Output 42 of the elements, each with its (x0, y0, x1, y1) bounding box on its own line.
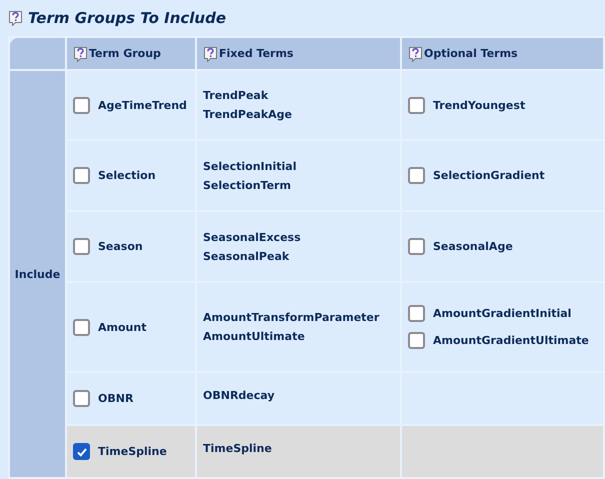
help-icon[interactable] (203, 46, 218, 62)
term-group-label[interactable]: Amount (98, 320, 146, 334)
fixed-term: TrendPeakAge (203, 108, 293, 121)
section-title: Term Groups To Include (28, 9, 226, 27)
fixed-term: SeasonalExcess (203, 230, 302, 244)
help-icon[interactable] (73, 46, 88, 62)
fixed-term: SeasonalPeak (203, 250, 290, 262)
column-header: Optional Terms (424, 47, 518, 60)
term-group-label[interactable]: OBNR (98, 392, 134, 405)
fixed-term: SelectionInitial (203, 160, 298, 172)
checkbox[interactable] (408, 167, 425, 184)
checkbox[interactable] (73, 443, 90, 460)
help-icon[interactable] (408, 46, 423, 62)
fixed-term: OBNRdecay (203, 389, 276, 402)
fixed-term: AmountTransformParameter (203, 311, 380, 324)
optional-term-label[interactable]: AmountGradientUltimate (433, 334, 589, 347)
optional-term-label[interactable]: SelectionGradient (433, 169, 545, 182)
term-group-label[interactable]: Season (98, 240, 143, 253)
checkbox[interactable] (408, 332, 425, 349)
column-header: Term Group (89, 47, 161, 60)
optional-term-label[interactable]: SeasonalAge (433, 240, 513, 253)
checkbox[interactable] (408, 305, 425, 322)
fixed-term: SelectionTerm (203, 178, 292, 192)
fixed-term: AmountUltimate (203, 330, 306, 343)
column-header: Fixed Terms (219, 47, 294, 60)
optional-term-label[interactable]: AmountGradientInitial (433, 307, 572, 320)
fixed-term: TrendPeak (203, 89, 270, 102)
checkbox[interactable] (408, 238, 425, 255)
term-group-label[interactable]: TimeSpline (98, 445, 167, 458)
term-group-label[interactable]: AgeTimeTrend (98, 98, 187, 112)
fixed-term: TimeSpline (203, 442, 273, 455)
checkbox[interactable] (73, 167, 90, 184)
row-header: Include (14, 268, 60, 280)
checkbox[interactable] (408, 96, 425, 114)
checkbox[interactable] (73, 318, 90, 336)
checkbox[interactable] (73, 96, 90, 114)
checkbox[interactable] (73, 238, 90, 255)
term-group-label[interactable]: Selection (98, 169, 156, 182)
optional-term-label[interactable]: TrendYoungest (433, 98, 526, 112)
checkmark-icon (76, 446, 88, 458)
help-icon[interactable] (8, 10, 23, 26)
checkbox[interactable] (73, 390, 90, 407)
